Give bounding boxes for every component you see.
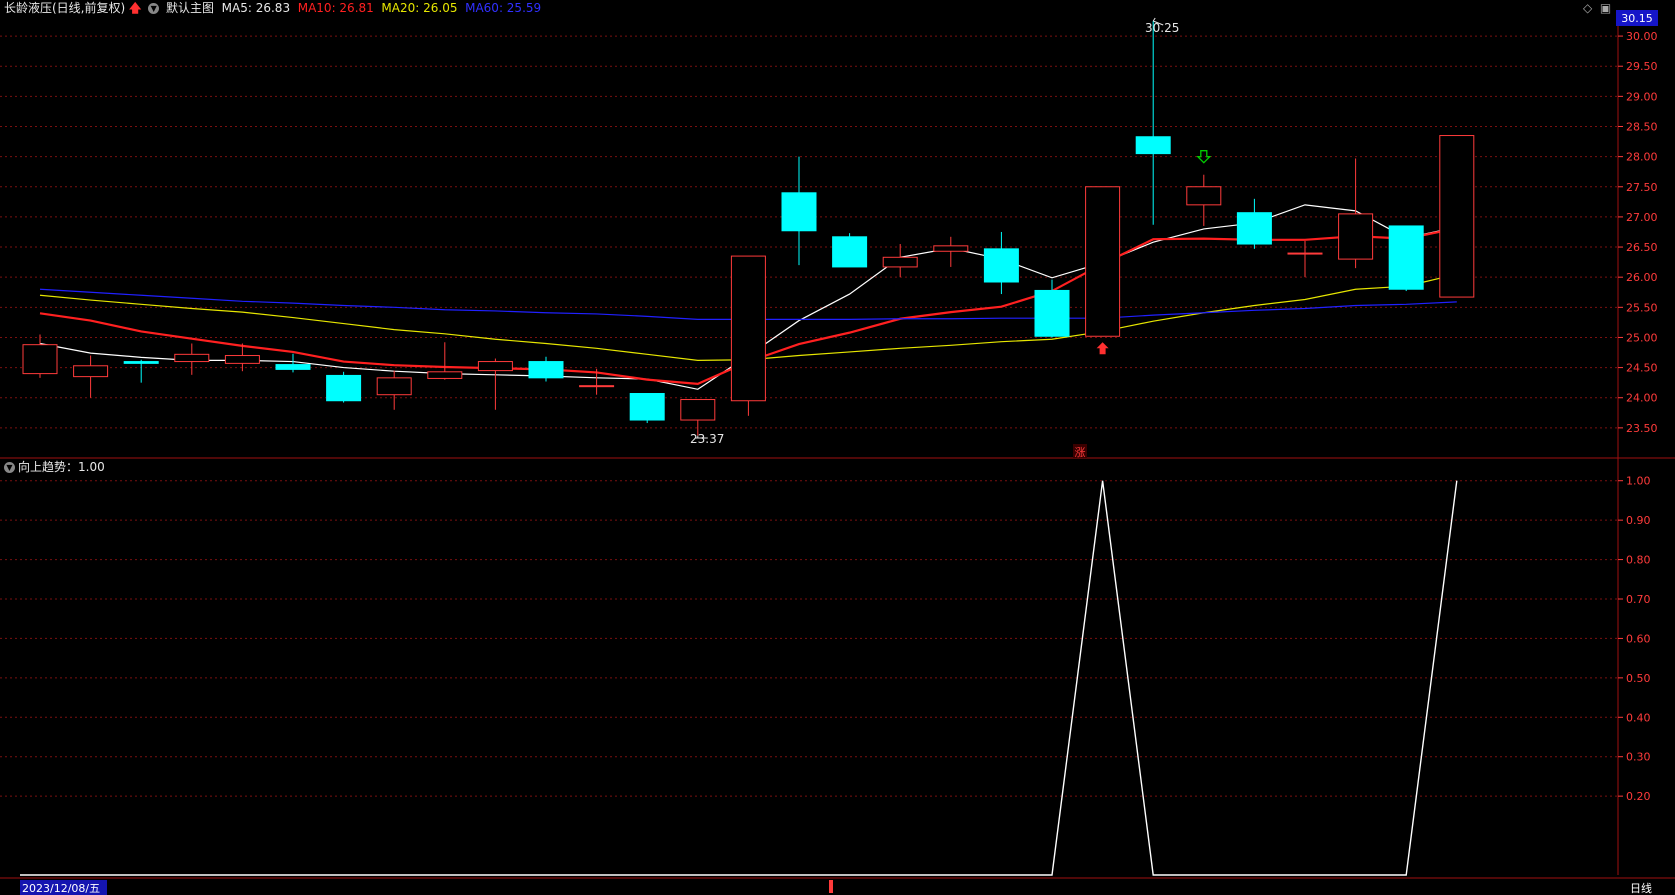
indicator-tick-label: 1.00 — [1626, 475, 1651, 488]
candle-body — [376, 377, 412, 396]
chevron-down-icon[interactable]: ▼ — [148, 3, 160, 14]
ma20-label: MA20: 26.05 — [381, 1, 458, 15]
ma10-label: MA10: 26.81 — [297, 1, 374, 15]
chart-header: 长龄液压(日线,前复权) 🡅 ▼ 默认主图 MA5: 26.83 MA10: 2… — [4, 1, 541, 15]
period-label[interactable]: 日线 — [1630, 881, 1652, 895]
indicator-tick-label: 0.40 — [1626, 711, 1651, 724]
price-tick-label: 27.00 — [1626, 211, 1658, 224]
candle-body — [781, 192, 817, 232]
indicator-axis: 0.20 0.30 0.40 0.50 0.60 0.70 0.80 0.90 1.00 — [1618, 475, 1651, 803]
candle-body — [579, 385, 615, 388]
candle-body — [174, 353, 210, 363]
price-tick-label: 24.00 — [1626, 392, 1658, 405]
scroll-marker[interactable] — [829, 880, 833, 893]
price-tick-label: 30.00 — [1626, 30, 1658, 43]
price-tick-label: 26.00 — [1626, 271, 1658, 284]
price-axis: 23.50 24.00 24.50 25.00 25.50 26.00 26.50 27.00… — [1618, 30, 1658, 435]
price-tick-label: 29.00 — [1626, 90, 1658, 103]
indicator-tick-label: 0.90 — [1626, 514, 1651, 527]
candle-body — [1236, 212, 1272, 245]
candle-body — [275, 364, 311, 370]
sell-arrow-icon — [1196, 150, 1212, 164]
candle-body — [224, 355, 260, 364]
candle-body — [629, 393, 665, 421]
candle-body — [326, 374, 362, 402]
up-arrow-icon: 🡅 — [129, 1, 142, 15]
diamond-icon[interactable]: ◇ — [1583, 1, 1592, 15]
price-tick-label: 25.50 — [1626, 301, 1658, 314]
zhang-marker: 涨 — [1075, 446, 1086, 459]
candle-body — [983, 248, 1019, 283]
candle-body — [477, 361, 513, 372]
stock-title[interactable]: 长龄液压(日线,前复权) — [4, 1, 125, 15]
price-tick-label: 27.50 — [1626, 181, 1658, 194]
indicator-tick-label: 0.50 — [1626, 672, 1651, 685]
candle-body — [680, 399, 716, 421]
candle-body — [1439, 135, 1475, 298]
candle-body — [1186, 186, 1222, 206]
candle-body — [1085, 186, 1121, 337]
window-controls: ◇ ▣ — [1583, 1, 1611, 15]
buy-arrow-icon — [1096, 342, 1109, 355]
candle-body — [427, 371, 463, 379]
subpanel-header: ▼ 向上趋势：1.00 — [4, 460, 105, 474]
panel-toggle-icon[interactable]: ▣ — [1600, 1, 1611, 15]
high-price-label: 30.25 — [1145, 21, 1179, 35]
price-tick-label: 23.50 — [1626, 422, 1658, 435]
low-price-label: 23.37 — [690, 432, 724, 446]
chart-frame — [0, 18, 1675, 879]
price-tick-label: 28.00 — [1626, 151, 1658, 164]
candle-body — [1135, 136, 1171, 155]
price-tick-label: 26.50 — [1626, 241, 1658, 254]
annotation-marks — [695, 17, 1212, 439]
candle-body — [832, 236, 868, 268]
indicator-tick-label: 0.80 — [1626, 554, 1651, 567]
current-price-label: 30.15 — [1621, 12, 1653, 25]
candle-body — [1034, 289, 1070, 337]
ma60-label: MA60: 25.59 — [465, 1, 542, 15]
candle-body — [1338, 213, 1374, 260]
candle-body — [730, 255, 766, 402]
candle-body — [22, 344, 58, 375]
candle-body — [933, 245, 969, 252]
candle-body — [1388, 225, 1424, 290]
price-tick-label: 28.50 — [1626, 120, 1658, 133]
indicator-label: 向上趋势：1.00 — [18, 460, 105, 474]
indicator-tick-label: 0.60 — [1626, 632, 1651, 645]
price-tick-label: 24.50 — [1626, 362, 1658, 375]
candlesticks[interactable] — [22, 21, 1475, 436]
indicator-tick-label: 0.30 — [1626, 751, 1651, 764]
indicator-tick-label: 0.70 — [1626, 593, 1651, 606]
price-tick-label: 29.50 — [1626, 60, 1658, 73]
date-label: 2023/12/08/五 — [22, 882, 100, 895]
ma5-label: MA5: 26.83 — [221, 1, 291, 15]
candle-body — [528, 361, 564, 379]
chevron-down-icon[interactable]: ▼ — [4, 462, 15, 473]
chart-canvas[interactable]: 23.50 24.00 24.50 25.00 25.50 26.00 26.50 27.00… — [0, 0, 1675, 895]
candle-body — [882, 256, 918, 268]
sub-grid — [0, 480, 1618, 797]
indicator-tick-label: 0.20 — [1626, 790, 1651, 803]
price-tick-label: 25.00 — [1626, 331, 1658, 344]
candle-body — [73, 365, 109, 378]
candle-body — [1287, 252, 1323, 255]
template-label[interactable]: 默认主图 — [166, 1, 214, 15]
candle-body — [123, 361, 159, 364]
